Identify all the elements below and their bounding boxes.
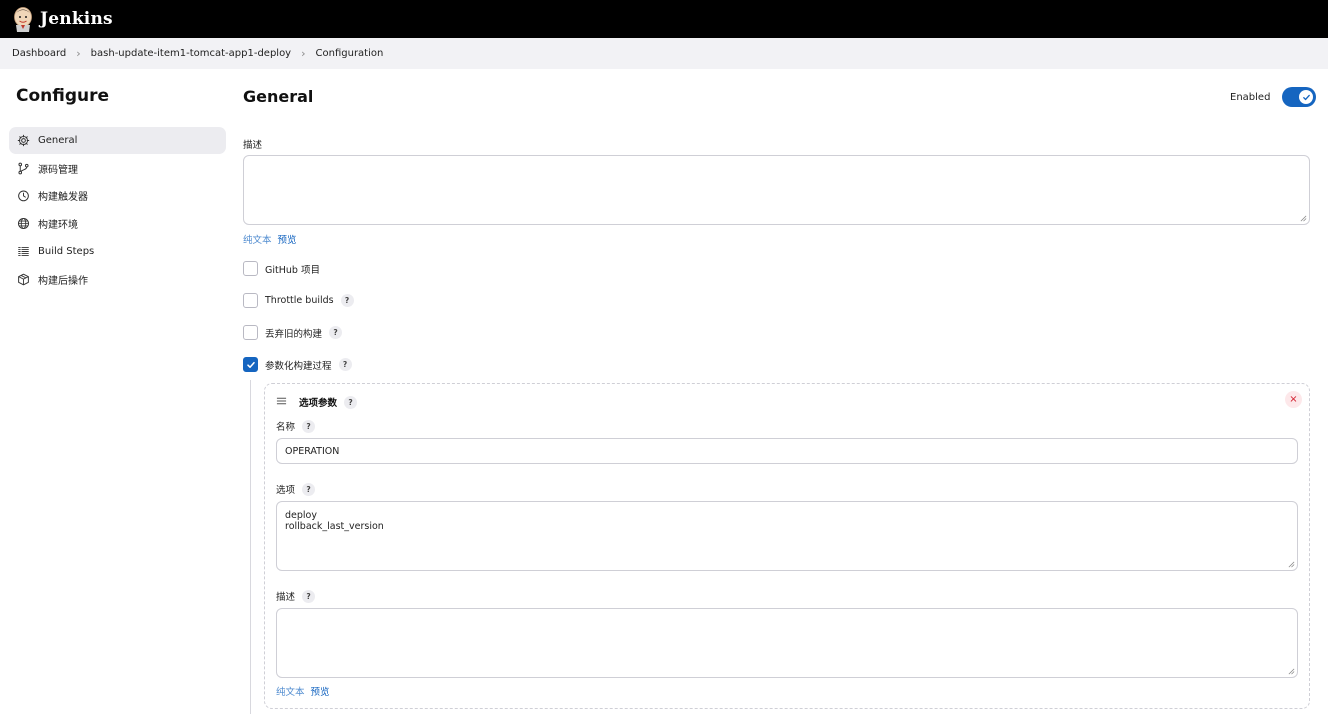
- checkbox[interactable]: [243, 325, 258, 340]
- check-icon: [1299, 90, 1314, 104]
- top-header: Jenkins: [0, 0, 1328, 38]
- sidebar-item-label: 构建环境: [38, 220, 78, 231]
- preview-link[interactable]: 预览: [311, 684, 330, 698]
- breadcrumb-separator-icon: ›: [76, 47, 81, 60]
- description-textarea[interactable]: [243, 155, 1310, 225]
- sidebar-item-post-build[interactable]: 构建后操作: [9, 266, 226, 293]
- help-icon[interactable]: ?: [338, 358, 352, 371]
- choices-field-label: 选项 ?: [276, 482, 316, 496]
- nested-indent-line: [250, 380, 251, 714]
- sidebar-item-label: 构建后操作: [38, 276, 88, 287]
- help-icon[interactable]: ?: [340, 294, 354, 307]
- enabled-label: Enabled: [1230, 91, 1271, 103]
- name-field-label: 名称 ?: [276, 419, 316, 433]
- enabled-control: Enabled: [1230, 87, 1317, 107]
- section-title: General: [243, 87, 314, 106]
- checkbox-checked[interactable]: [243, 357, 258, 372]
- parameter-name-input[interactable]: OPERATION: [276, 438, 1298, 464]
- help-icon[interactable]: ?: [302, 589, 316, 603]
- parameter-description-textarea[interactable]: [276, 608, 1298, 678]
- branch-icon: [17, 162, 30, 175]
- resize-handle-icon[interactable]: [1300, 215, 1307, 222]
- option-label: 参数化构建过程: [265, 360, 332, 372]
- choices-value: deploy rollback_last_version: [285, 510, 384, 532]
- name-label: 名称: [276, 422, 296, 433]
- breadcrumb: Dashboard › bash-update-item1-tomcat-app…: [0, 38, 1328, 69]
- gear-icon: [17, 134, 30, 147]
- sidebar-item-build-steps[interactable]: Build Steps: [9, 238, 226, 265]
- sidebar-item-general[interactable]: General: [9, 127, 226, 154]
- sidebar-item-label: Build Steps: [38, 246, 95, 257]
- sidebar-item-build-env[interactable]: 构建环境: [9, 210, 226, 237]
- clock-icon: [17, 189, 30, 202]
- param-description-field-label: 描述 ?: [276, 589, 316, 603]
- sidebar-item-label: 源码管理: [38, 165, 78, 176]
- drag-handle-icon[interactable]: [276, 396, 287, 406]
- sidebar-item-scm[interactable]: 源码管理: [9, 155, 226, 182]
- parameter-title-label: 选项参数: [299, 398, 338, 409]
- help-icon[interactable]: ?: [302, 482, 316, 496]
- remove-parameter-button[interactable]: ×: [1285, 391, 1302, 408]
- option-label: Throttle builds: [265, 295, 334, 306]
- resize-handle-icon[interactable]: [1288, 668, 1295, 675]
- sidebar-item-label: 构建触发器: [38, 192, 88, 203]
- preview-link[interactable]: 预览: [278, 232, 297, 246]
- parameter-title: 选项参数 ?: [299, 395, 358, 409]
- help-icon[interactable]: ?: [329, 326, 343, 339]
- param-description-format-bar: 纯文本 预览: [276, 684, 330, 698]
- option-label: GitHub 项目: [265, 264, 320, 276]
- param-description-label: 描述: [276, 592, 296, 603]
- breadcrumb-configuration[interactable]: Configuration: [316, 48, 384, 59]
- sidebar-item-label: General: [38, 135, 78, 146]
- help-icon[interactable]: ?: [302, 419, 316, 433]
- option-label: 丢弃旧的构建: [265, 328, 323, 340]
- choices-label: 选项: [276, 485, 296, 496]
- breadcrumb-dashboard[interactable]: Dashboard: [12, 48, 66, 59]
- parameter-choices-textarea[interactable]: deploy rollback_last_version: [276, 501, 1298, 571]
- checkbox[interactable]: [243, 261, 258, 276]
- help-icon[interactable]: ?: [344, 395, 358, 409]
- brand-title[interactable]: Jenkins: [40, 9, 113, 29]
- sidebar-title: Configure: [16, 86, 110, 106]
- description-format-bar: 纯文本 预览: [243, 232, 297, 246]
- option-discard-old-builds[interactable]: 丢弃旧的构建 ?: [243, 325, 343, 340]
- package-icon: [17, 273, 30, 286]
- param-description-value: [277, 609, 1297, 625]
- option-github-project[interactable]: GitHub 项目: [243, 261, 320, 276]
- option-throttle-builds[interactable]: Throttle builds ?: [243, 293, 354, 308]
- sidebar-item-triggers[interactable]: 构建触发器: [9, 182, 226, 209]
- format-plain-text: 纯文本: [276, 687, 305, 698]
- jenkins-logo-icon[interactable]: [12, 6, 34, 32]
- option-parameterized-build[interactable]: 参数化构建过程 ?: [243, 357, 352, 372]
- enabled-toggle[interactable]: [1282, 87, 1317, 107]
- description-value: [244, 156, 1309, 172]
- format-plain-text: 纯文本: [243, 235, 272, 246]
- description-label: 描述: [243, 140, 263, 151]
- check-icon: [246, 361, 255, 368]
- checkbox[interactable]: [243, 293, 258, 308]
- breadcrumb-job[interactable]: bash-update-item1-tomcat-app1-deploy: [91, 48, 291, 59]
- breadcrumb-separator-icon: ›: [301, 47, 306, 60]
- globe-icon: [17, 217, 30, 230]
- resize-handle-icon[interactable]: [1288, 561, 1295, 568]
- list-icon: [17, 245, 30, 258]
